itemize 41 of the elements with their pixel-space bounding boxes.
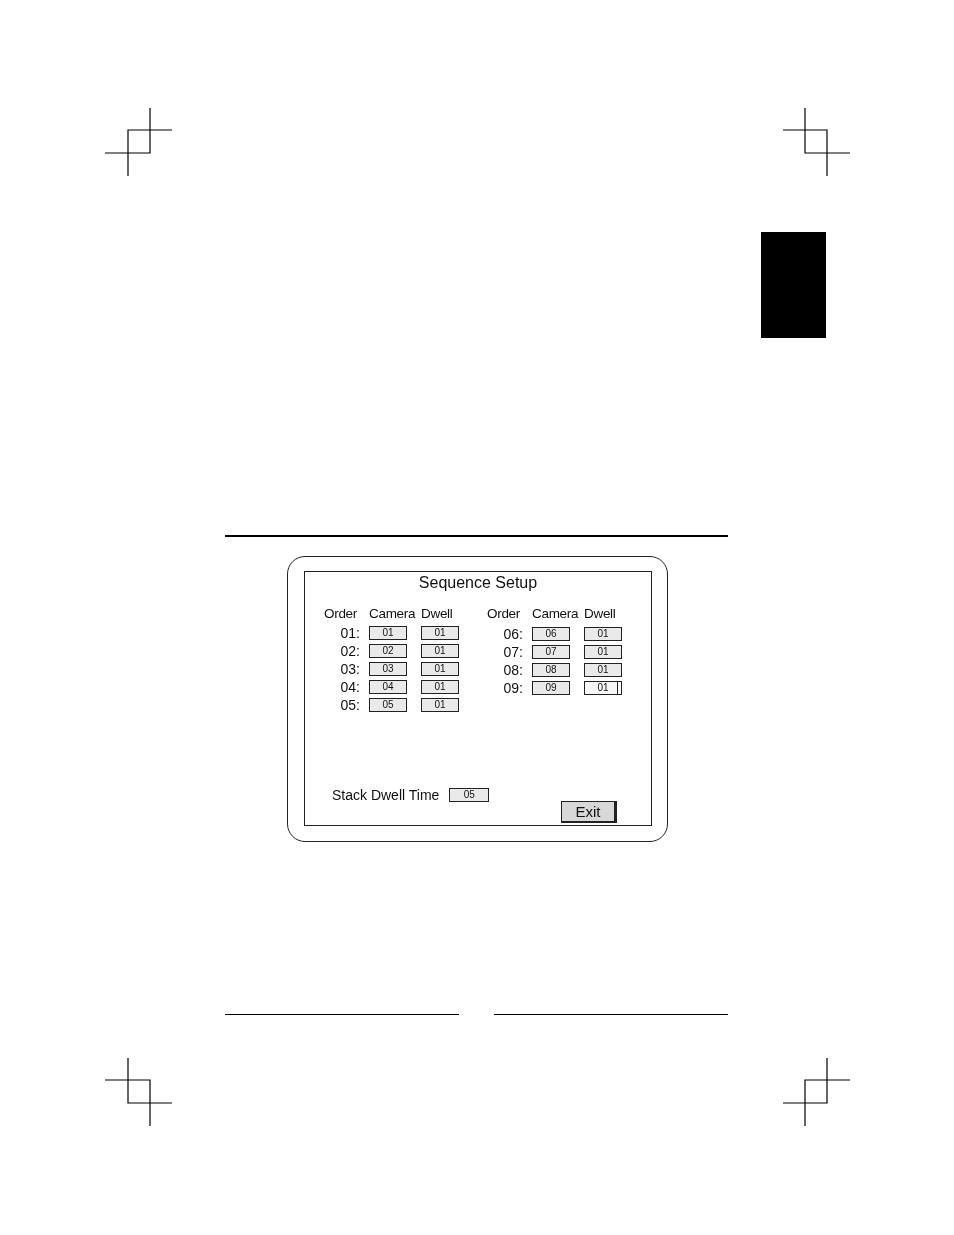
camera-field[interactable]: 01	[369, 626, 407, 640]
screen-title: Sequence Setup	[417, 574, 539, 592]
dwell-field[interactable]: 01	[421, 680, 459, 694]
crop-mark	[783, 1058, 850, 1126]
column-header: Dwell	[584, 606, 617, 622]
column-header: Order	[487, 606, 521, 622]
dwell-field[interactable]: 01	[421, 644, 459, 658]
camera-field[interactable]: 05	[369, 698, 407, 712]
stack-dwell-label: Stack Dwell Time	[332, 787, 440, 803]
column-header: Dwell	[421, 606, 454, 622]
camera-field[interactable]: 04	[369, 680, 407, 694]
camera-field[interactable]: 06	[532, 627, 570, 641]
exit-button[interactable]: Exit	[561, 801, 617, 823]
column-header: Camera	[532, 606, 580, 622]
order-label: 04:	[339, 680, 361, 694]
crop-mark	[783, 108, 850, 176]
order-label: 02:	[339, 644, 361, 658]
order-label: 05:	[339, 698, 361, 712]
dwell-field[interactable]: 01	[421, 662, 459, 676]
order-label: 03:	[339, 662, 361, 676]
camera-field[interactable]: 03	[369, 662, 407, 676]
stack-dwell-field[interactable]: 05	[449, 788, 490, 802]
column-header: Camera	[369, 606, 417, 622]
order-label: 07:	[502, 645, 524, 659]
dwell-field[interactable]: 01	[421, 626, 459, 640]
order-label: 08:	[502, 663, 524, 677]
camera-field[interactable]: 07	[532, 645, 570, 659]
order-label: 01:	[339, 626, 361, 640]
camera-field[interactable]: 08	[532, 663, 570, 677]
dwell-field[interactable]: 01	[584, 681, 622, 695]
dwell-field[interactable]: 01	[421, 698, 459, 712]
order-label: 09:	[502, 681, 524, 695]
order-label: 06:	[502, 627, 524, 641]
column-header: Order	[324, 606, 358, 622]
camera-field[interactable]: 09	[532, 681, 570, 695]
dwell-field[interactable]: 01	[584, 627, 622, 641]
dwell-field[interactable]: 01	[584, 663, 622, 677]
camera-field[interactable]: 02	[369, 644, 407, 658]
crop-mark	[105, 1058, 172, 1126]
dwell-field[interactable]: 01	[584, 645, 622, 659]
crop-mark	[105, 108, 172, 176]
